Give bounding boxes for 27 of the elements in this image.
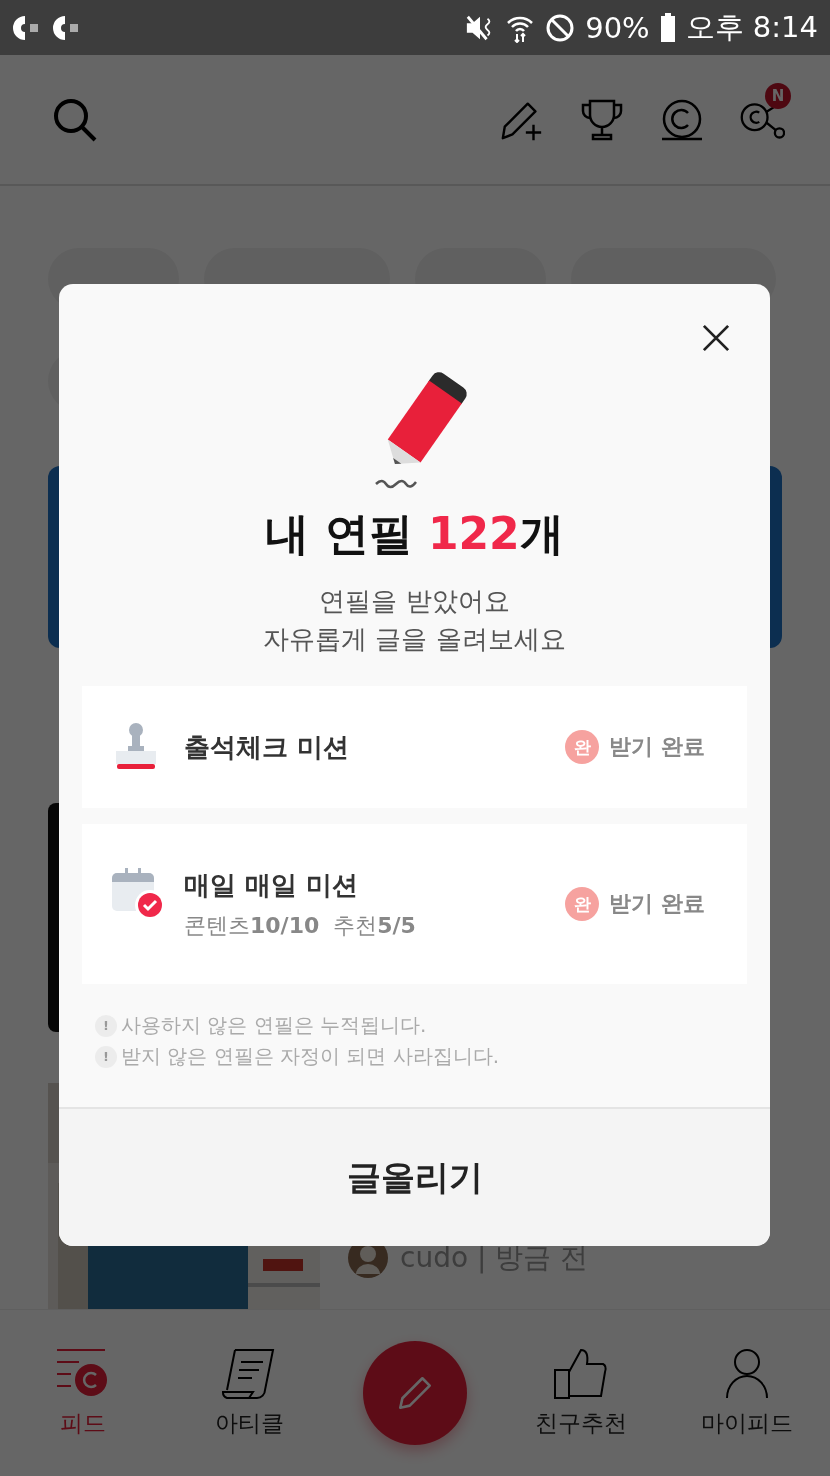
mission-title: 매일 매일 미션 <box>184 868 360 902</box>
status-badge: 완 <box>565 887 600 921</box>
status-label: 받기 완료 <box>609 890 705 918</box>
mission-title: 출석체크 미션 <box>184 730 351 764</box>
status-label: 받기 완료 <box>609 733 705 761</box>
nav-tab[interactable]: 친구추천 <box>535 1347 627 1439</box>
subtitle-line: 연필을 받았어요 <box>319 585 510 618</box>
document-icon <box>221 1347 277 1400</box>
info-icon: ! <box>95 1045 117 1068</box>
clock-time: 오후 8:14 <box>685 8 818 46</box>
write-post-button[interactable]: 글올리기 <box>59 1107 770 1246</box>
battery-icon <box>659 12 676 43</box>
nav-tab[interactable]: 아티클 <box>214 1347 284 1439</box>
note-text: 받지 않은 연필은 자정이 되면 사라집니다. <box>121 1043 500 1070</box>
pencil-count-title: 내 연필 122개 <box>264 507 565 561</box>
close-icon[interactable] <box>702 324 730 352</box>
blocked-icon <box>545 12 576 43</box>
new-badge: N <box>765 82 791 109</box>
info-icon: ! <box>95 1014 117 1037</box>
nav-tab[interactable]: 마이피드 <box>701 1347 793 1439</box>
search-icon[interactable] <box>52 96 98 143</box>
thumbs-up-icon <box>553 1347 609 1400</box>
note-text: 사용하지 않은 연필은 누적됩니다. <box>121 1012 427 1039</box>
status-badge: 완 <box>565 730 600 764</box>
battery-percent: 90% <box>585 10 650 45</box>
nav-tab[interactable]: 피드 <box>55 1347 111 1439</box>
subtitle-line: 자유롭게 글을 올려보세요 <box>263 623 566 656</box>
